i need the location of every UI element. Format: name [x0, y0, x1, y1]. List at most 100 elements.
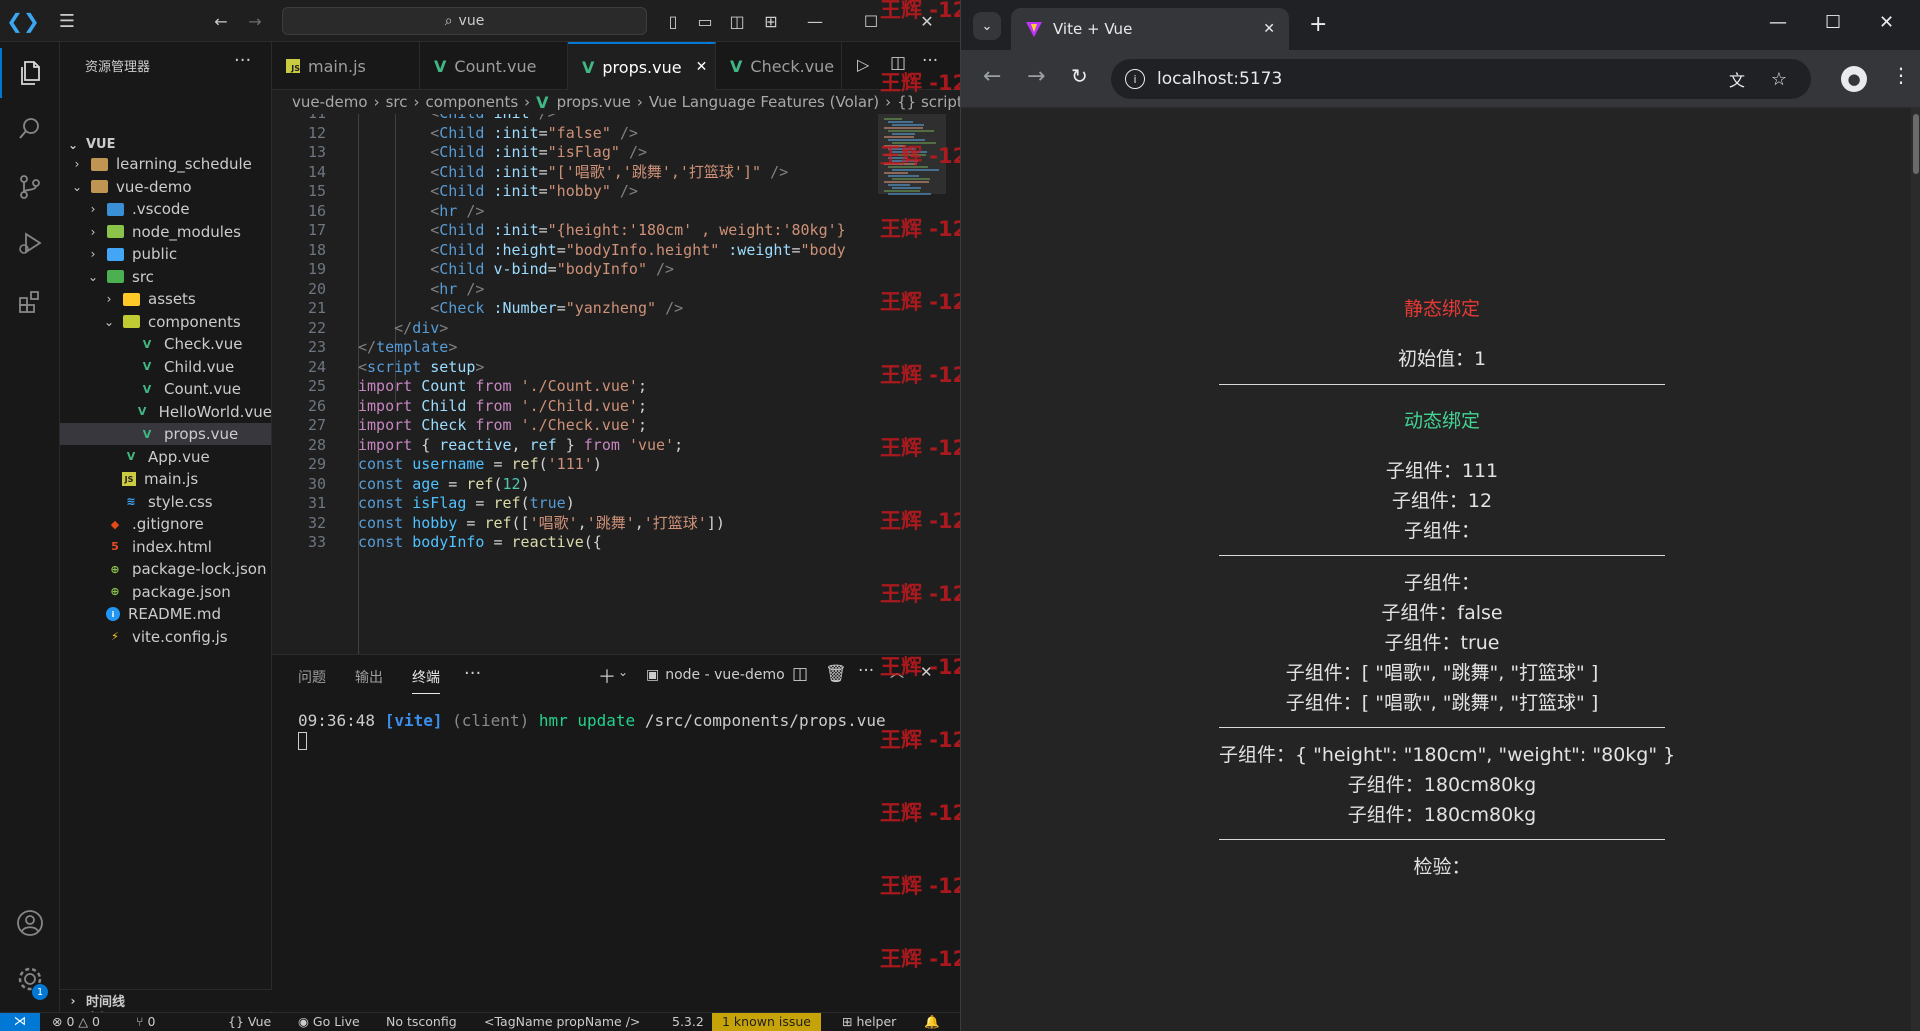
notifications-icon[interactable]: 🔔 — [924, 1014, 940, 1030]
kill-terminal-icon[interactable]: 🗑 — [825, 664, 847, 684]
run-debug-icon[interactable] — [0, 218, 60, 268]
profile-avatar-icon[interactable]: ● — [1841, 66, 1867, 92]
breadcrumb-item[interactable]: vue-demo — [292, 93, 368, 111]
terminal-output[interactable]: 09:36:48 [vite] (client) hmr update /src… — [298, 711, 886, 750]
tree-item[interactable]: ⊕ package-lock.json — [60, 558, 271, 580]
manage-gear-icon[interactable]: 1 — [0, 954, 60, 1004]
timeline-section[interactable]: › 时间线 — [60, 989, 272, 1011]
code-token: = — [439, 474, 467, 493]
helper-status[interactable]: ⊞ helper — [842, 1014, 896, 1029]
minimize-icon[interactable]: — — [802, 8, 828, 34]
explorer-icon[interactable] — [0, 48, 60, 98]
browser-menu-icon[interactable]: ⋮ — [1891, 63, 1911, 87]
bookmark-star-icon[interactable]: ☆ — [1771, 69, 1787, 90]
scrollbar-thumb[interactable] — [1913, 114, 1919, 174]
back-arrow-icon[interactable]: ← — [983, 64, 1001, 89]
remote-icon[interactable]: ⋊ — [0, 1013, 40, 1031]
panel-more-icon[interactable]: ··· — [464, 663, 481, 684]
accounts-icon[interactable] — [0, 898, 60, 948]
panel-actions-more-icon[interactable]: ··· — [858, 661, 874, 681]
tree-item[interactable]: ⊕ package.json — [60, 581, 271, 603]
tree-item[interactable]: JS main.js — [60, 468, 271, 490]
chevron-down-icon[interactable]: ⌄ — [618, 665, 628, 679]
version-status[interactable]: 5.3.2 — [672, 1014, 704, 1029]
terminal-selector[interactable]: ▣ node - vue-demo — [646, 667, 785, 683]
language-status[interactable]: {} Vue — [228, 1014, 271, 1029]
tab-terminal[interactable]: 终端 — [412, 667, 440, 694]
extensions-icon[interactable] — [0, 276, 60, 326]
run-icon[interactable]: ▷ — [857, 55, 869, 74]
minimize-icon[interactable]: — — [1769, 12, 1787, 33]
tree-item[interactable]: V Child.vue — [60, 356, 271, 378]
tree-item[interactable]: i README.md — [60, 603, 271, 625]
code-line: 31 const isFlag = ref(true) — [272, 494, 878, 514]
forward-arrow-icon[interactable]: → — [242, 8, 268, 34]
tree-item[interactable]: › assets — [60, 288, 271, 310]
close-tab-icon[interactable]: ✕ — [1263, 21, 1275, 37]
go-live-button[interactable]: ◉ Go Live — [298, 1014, 360, 1029]
split-terminal-icon[interactable]: ◫ — [792, 664, 808, 684]
search-view-icon[interactable] — [0, 104, 60, 154]
known-issue-badge[interactable]: 1 known issue — [712, 1013, 821, 1031]
tree-item[interactable]: Vprops.vue — [60, 423, 271, 445]
reload-icon[interactable]: ↻ — [1071, 64, 1088, 88]
breadcrumb-item[interactable]: src — [386, 93, 408, 111]
code-token: /> — [619, 123, 638, 142]
tree-item[interactable]: ⌄ vue-demo — [60, 176, 271, 198]
tsconfig-status[interactable]: No tsconfig — [386, 1014, 457, 1029]
close-tab-icon[interactable]: ✕ — [696, 59, 708, 75]
translate-icon[interactable]: ⽂ — [1729, 67, 1745, 91]
tab-props-vue[interactable]: V props.vue ✕ — [568, 42, 716, 90]
code-editor[interactable]: 11 <Child init />12 <Child :init="false"… — [272, 114, 878, 654]
address-bar[interactable]: i localhost:5173 ⽂ ☆ — [1111, 59, 1811, 99]
code-line: 25 import Count from './Count.vue'; — [272, 377, 878, 397]
tree-item[interactable]: › .vscode — [60, 198, 271, 220]
forward-arrow-icon[interactable]: → — [1027, 64, 1045, 89]
toggle-panel-icon[interactable]: ▭ — [692, 8, 718, 34]
menu-icon[interactable]: ☰ — [54, 8, 80, 34]
tree-item[interactable]: V Count.vue — [60, 378, 271, 400]
tree-item[interactable]: ⚡ vite.config.js — [60, 626, 271, 648]
tree-item[interactable]: ≋ style.css — [60, 491, 271, 513]
breadcrumb-item[interactable]: components — [425, 93, 518, 111]
tab-output[interactable]: 输出 — [355, 667, 383, 687]
tab-main-js[interactable]: JS main.js — [272, 42, 420, 90]
tree-item[interactable]: › learning_schedule — [60, 153, 271, 175]
toggle-secondary-sidebar-icon[interactable]: ◫ — [724, 8, 750, 34]
new-tab-icon[interactable]: + — [1309, 12, 1327, 37]
source-control-icon[interactable] — [0, 162, 60, 212]
toggle-sidebar-icon[interactable]: ▯ — [660, 8, 686, 34]
tab-search-icon[interactable]: ⌄ — [973, 12, 1001, 40]
tab-check-vue[interactable]: V Check.vue — [716, 42, 842, 90]
close-window-icon[interactable]: ✕ — [1879, 12, 1894, 33]
breadcrumb-item[interactable]: Vue Language Features (Volar) — [649, 93, 879, 111]
breadcrumb-item[interactable]: props.vue — [557, 93, 631, 111]
more-actions-icon[interactable]: ··· — [234, 50, 251, 71]
tree-item[interactable]: V HelloWorld.vue — [60, 401, 271, 423]
customize-layout-icon[interactable]: ⊞ — [758, 8, 784, 34]
tree-item[interactable]: 5 index.html — [60, 536, 271, 558]
line-number: 25 — [307, 377, 326, 395]
page-scrollbar[interactable] — [1911, 108, 1920, 1031]
command-center-search[interactable]: ⌕ vue — [282, 7, 647, 35]
browser-tab-active[interactable]: Vite + Vue ✕ — [1011, 8, 1289, 50]
new-terminal-icon[interactable]: ＋ — [598, 663, 616, 689]
ports-status[interactable]: ⑂ 0 — [136, 1014, 155, 1029]
tree-item[interactable]: › public — [60, 243, 271, 265]
tab-count-vue[interactable]: V Count.vue — [420, 42, 568, 90]
back-arrow-icon[interactable]: ← — [208, 8, 234, 34]
site-info-icon[interactable]: i — [1125, 69, 1145, 89]
tagname-status[interactable]: <TagName propName /> — [484, 1014, 640, 1029]
tab-problems[interactable]: 问题 — [298, 667, 326, 687]
tree-item[interactable]: ◆ .gitignore — [60, 513, 271, 535]
problems-status[interactable]: ⊗ 0 △ 0 — [52, 1014, 100, 1029]
tree-item[interactable]: ⌄ src — [60, 266, 271, 288]
tree-item[interactable]: V Check.vue — [60, 333, 271, 355]
tree-item[interactable]: ⌄ components — [60, 311, 271, 333]
tree-item[interactable]: V App.vue — [60, 446, 271, 468]
tree-item[interactable]: › node_modules — [60, 221, 271, 243]
maximize-icon[interactable]: ☐ — [1825, 12, 1841, 33]
